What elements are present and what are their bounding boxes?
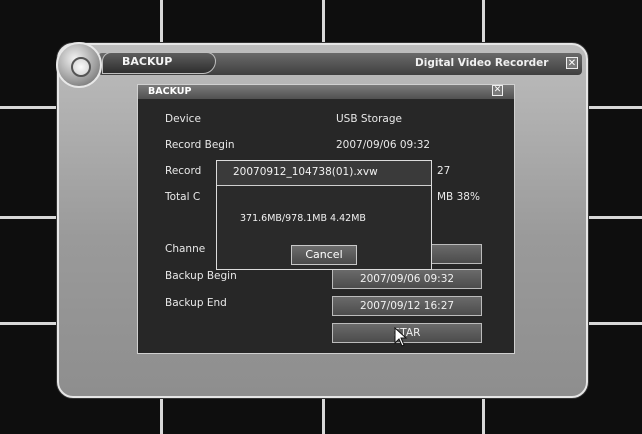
dialog-header: 20070912_104738(01).xvw <box>217 161 431 186</box>
backup-end-label: Backup End <box>165 297 227 309</box>
panel-title: BACKUP <box>148 86 192 97</box>
disc-logo-icon <box>56 42 102 88</box>
brand-title: Digital Video Recorder <box>415 57 549 69</box>
total-capacity-label: Total C <box>165 191 201 203</box>
record-begin-label: Record Begin <box>165 139 235 151</box>
record-begin-value: 2007/09/06 09:32 <box>336 139 431 151</box>
record-end-label: Record <box>165 165 202 177</box>
total-capacity-value: MB 38% <box>437 191 480 203</box>
panel-header: BACKUP <box>138 85 514 99</box>
device-value: USB Storage <box>336 113 402 125</box>
backup-progress-text: 371.6MB/978.1MB 4.42MB <box>240 213 366 224</box>
backup-end-field[interactable]: 2007/09/12 16:27 <box>332 296 482 316</box>
record-end-value: 27 <box>437 165 451 177</box>
backup-begin-field[interactable]: 2007/09/06 09:32 <box>332 269 482 289</box>
cancel-button[interactable]: Cancel <box>291 245 357 265</box>
backup-progress-dialog: 20070912_104738(01).xvw 371.6MB/978.1MB … <box>216 160 432 270</box>
backup-begin-label: Backup Begin <box>165 270 237 282</box>
device-label: Device <box>165 113 201 125</box>
panel-close-icon[interactable]: ✕ <box>492 85 503 96</box>
window-title: BACKUP <box>122 55 173 68</box>
backup-filename: 20070912_104738(01).xvw <box>233 166 378 178</box>
window-close-icon[interactable]: ✕ <box>566 57 578 69</box>
channel-label: Channe <box>165 243 206 255</box>
mouse-pointer-icon <box>394 327 408 347</box>
